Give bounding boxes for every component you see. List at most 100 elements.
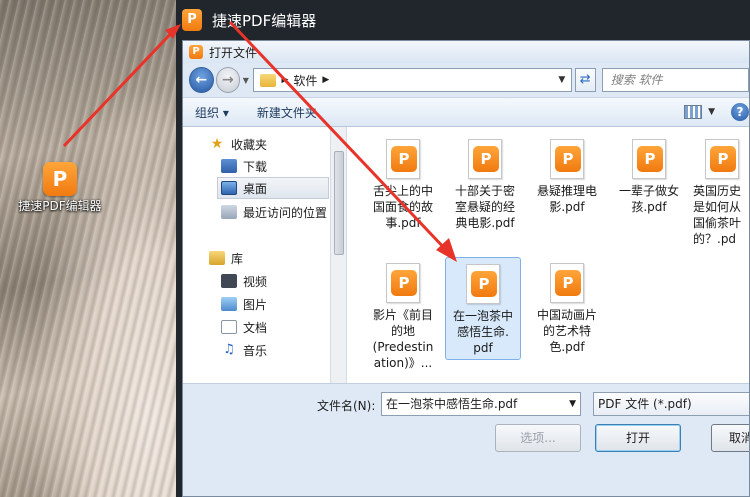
file-name: 孩.pdf — [631, 200, 667, 214]
nav-item-favorites[interactable]: ★ 收藏夹 — [209, 133, 267, 155]
file-item[interactable]: P 英国历史 是如何从 国偷茶叶 的？.pd — [693, 133, 749, 247]
nav-item-label: 收藏夹 — [231, 137, 268, 152]
file-item[interactable]: P 影片《前目 的地 (Predestin ation)》... — [365, 257, 441, 371]
file-name: 典电影.pdf — [455, 216, 515, 230]
nav-item-label: 音乐 — [243, 343, 268, 358]
file-name: 国偷茶叶 — [693, 216, 742, 230]
file-item[interactable]: P 悬疑推理电 影.pdf — [529, 133, 605, 215]
navigation-pane: ★ 收藏夹 下载 桌面 最近访问的位置 库 视频 图片 文档 ♫ 音乐 — [183, 127, 331, 383]
recent-pages-dropdown[interactable]: ▼ — [240, 76, 251, 85]
filename-value: 在一泡茶中感悟生命.pdf — [386, 397, 518, 411]
library-icon — [209, 251, 225, 265]
breadcrumb-chevron-icon[interactable]: ▶ — [281, 75, 288, 85]
app-title-bar: P 捷速PDF编辑器 — [176, 0, 750, 40]
file-item-selected[interactable]: P 在一泡茶中 感悟生命. pdf — [445, 257, 521, 360]
cancel-button[interactable]: 取消 — [711, 424, 749, 452]
desktop-wallpaper — [0, 0, 182, 497]
file-name: 舌尖上的中 — [372, 184, 433, 198]
folder-icon — [260, 73, 277, 87]
file-item[interactable]: P 中国动画片 的艺术特 色.pdf — [529, 257, 605, 355]
address-row: ← → ▼ ▶ 软件 ▶ ▼ ⇄ 搜索 软件 — [183, 63, 749, 97]
file-item[interactable]: P 十部关于密 室悬疑的经 典电影.pdf — [447, 133, 523, 231]
search-input[interactable]: 搜索 软件 — [601, 68, 749, 92]
file-name: 色.pdf — [549, 340, 585, 354]
dialog-footer: 文件名(N): 在一泡茶中感悟生命.pdf ▼ PDF 文件 (*.pdf) 选… — [183, 383, 749, 496]
file-name: 事.pdf — [385, 216, 421, 230]
file-name: 室悬疑的经 — [454, 200, 515, 214]
filename-label: 文件名(N): — [317, 399, 376, 413]
pdf-file-icon: P — [550, 139, 584, 179]
file-name: 的地 — [390, 324, 415, 338]
dialog-body: ★ 收藏夹 下载 桌面 最近访问的位置 库 视频 图片 文档 ♫ 音乐 P 舌尖… — [183, 127, 749, 383]
address-dropdown-icon[interactable]: ▼ — [553, 75, 571, 85]
pdf-file-icon: P — [386, 139, 420, 179]
filename-input[interactable]: 在一泡茶中感悟生命.pdf ▼ — [381, 392, 581, 416]
file-name: 的？.pd — [693, 232, 737, 246]
dialog-title-bar: P 打开文件 — [183, 41, 749, 63]
file-item[interactable]: P 一辈子做女 孩.pdf — [611, 133, 687, 215]
file-name: (Predestin — [372, 340, 434, 354]
forward-button[interactable]: → — [215, 67, 241, 93]
dialog-toolbar: 组织 ▾ 新建文件夹 ▼ ? — [183, 97, 749, 127]
chevron-down-icon[interactable]: ▼ — [569, 393, 576, 415]
address-bar[interactable]: ▶ 软件 ▶ ▼ — [253, 68, 572, 92]
pdf-file-icon: P — [550, 263, 584, 303]
breadcrumb-folder[interactable]: 软件 — [293, 72, 317, 89]
file-name: 在一泡茶中 — [452, 309, 513, 323]
pdf-file-icon: P — [468, 139, 502, 179]
nav-item-label: 库 — [231, 251, 244, 266]
pdf-file-icon: P — [705, 139, 739, 179]
file-name: 十部关于密 — [454, 184, 515, 198]
open-button[interactable]: 打开 — [595, 424, 681, 452]
nav-item-libraries[interactable]: 库 — [209, 247, 243, 269]
file-name: 的艺术特 — [542, 324, 591, 338]
dialog-title: 打开文件 — [209, 45, 258, 60]
nav-item-label: 最近访问的位置 — [243, 205, 328, 220]
pdf-file-icon: P — [386, 263, 420, 303]
app-logo-icon: P — [182, 9, 202, 31]
filetype-select[interactable]: PDF 文件 (*.pdf) — [593, 392, 749, 416]
nav-item-desktop[interactable]: 桌面 — [217, 177, 329, 199]
file-name: ation)》... — [373, 356, 433, 370]
nav-item-label: 桌面 — [243, 181, 268, 196]
desktop-shortcut-jiesu-pdf[interactable]: P 捷速PDF编辑器 — [14, 162, 106, 214]
pdf-file-icon: P — [632, 139, 666, 179]
open-file-dialog: P 打开文件 ← → ▼ ▶ 软件 ▶ ▼ ⇄ 搜索 软件 组织 ▾ 新建文件夹… — [182, 40, 750, 497]
document-icon — [221, 320, 237, 334]
nav-item-downloads[interactable]: 下载 — [221, 155, 267, 177]
pdf-editor-app-icon: P — [43, 162, 77, 196]
help-icon[interactable]: ? — [731, 103, 749, 121]
file-name: 影片《前目 — [372, 308, 433, 322]
view-options-icon[interactable] — [684, 105, 703, 119]
view-dropdown-icon[interactable]: ▼ — [708, 107, 715, 117]
scrollbar-thumb[interactable] — [334, 151, 344, 255]
new-folder-button[interactable]: 新建文件夹 — [257, 104, 317, 121]
file-item[interactable]: P 舌尖上的中 国面食的故 事.pdf — [365, 133, 441, 231]
nav-item-videos[interactable]: 视频 — [221, 270, 267, 292]
desktop-icon — [221, 181, 237, 195]
dialog-app-icon: P — [189, 45, 203, 59]
nav-item-documents[interactable]: 文档 — [221, 316, 267, 338]
nav-item-label: 下载 — [243, 159, 268, 174]
nav-item-label: 视频 — [243, 274, 268, 289]
desktop-shortcut-label: 捷速PDF编辑器 — [18, 199, 102, 213]
nav-item-label: 文档 — [243, 320, 268, 335]
nav-item-label: 图片 — [243, 297, 268, 312]
file-name: 中国动画片 — [536, 308, 597, 322]
file-name: 英国历史 — [693, 184, 742, 198]
file-name: 国面食的故 — [372, 200, 433, 214]
breadcrumb-chevron-icon[interactable]: ▶ — [322, 75, 329, 85]
options-button[interactable]: 选项... — [495, 424, 581, 452]
organize-button[interactable]: 组织 ▾ — [195, 104, 229, 121]
nav-item-pictures[interactable]: 图片 — [221, 293, 267, 315]
picture-icon — [221, 297, 237, 311]
star-icon: ★ — [210, 136, 224, 152]
file-name: 是如何从 — [693, 200, 742, 214]
navigation-scrollbar[interactable] — [331, 127, 347, 383]
app-title: 捷速PDF编辑器 — [212, 11, 317, 30]
nav-item-recent-places[interactable]: 最近访问的位置 — [221, 201, 327, 223]
refresh-button[interactable]: ⇄ — [574, 68, 596, 92]
nav-item-music[interactable]: ♫ 音乐 — [221, 339, 267, 361]
file-list: P 舌尖上的中 国面食的故 事.pdf P 十部关于密 室悬疑的经 典电影.pd… — [347, 127, 749, 383]
back-button[interactable]: ← — [189, 67, 214, 93]
